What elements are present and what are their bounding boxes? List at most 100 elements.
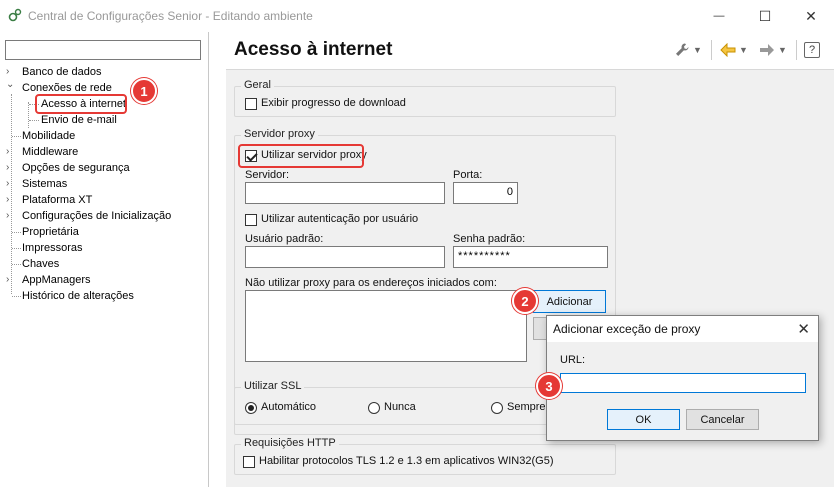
tree-item-impressoras[interactable]: Impressoras: [0, 240, 200, 256]
maximize-button[interactable]: ☐: [742, 0, 788, 32]
default-user-input[interactable]: [245, 246, 445, 268]
page-title: Acesso à internet: [234, 39, 393, 60]
tree-item-label: Chaves: [22, 258, 60, 270]
dialog-title-bar: Adicionar exceção de proxy ✕: [547, 316, 818, 342]
minimize-icon: —: [713, 10, 725, 22]
annotation-highlight-1: [35, 94, 127, 114]
server-input[interactable]: [245, 182, 445, 204]
arrow-right-icon: [760, 44, 774, 56]
tree-item-plataforma-xt[interactable]: › Plataforma XT: [0, 192, 200, 208]
help-icon: ?: [804, 42, 820, 58]
ssl-never-label: Nunca: [384, 401, 416, 413]
tree-item-label: Impressoras: [22, 242, 83, 254]
annotation-badge-1: 1: [131, 78, 157, 104]
download-progress-label: Exibir progresso de download: [261, 97, 406, 109]
tree-item-opcoes-de-seguranca[interactable]: › Opções de segurança: [0, 160, 200, 176]
default-user-label: Usuário padrão:: [245, 233, 324, 245]
chevron-right-icon[interactable]: ›: [6, 192, 16, 208]
tree-search-input[interactable]: [5, 40, 201, 60]
group-geral-label: Geral: [241, 79, 274, 91]
toolbar-separator: [711, 40, 712, 60]
arrow-left-icon: [720, 43, 736, 57]
annotation-badge-2: 2: [512, 288, 538, 314]
tree-item-historico-de-alteracoes[interactable]: Histórico de alterações: [0, 288, 200, 304]
proxy-exceptions-label: Não utilizar proxy para os endereços ini…: [245, 277, 497, 289]
default-password-input[interactable]: **********: [453, 246, 608, 268]
tree-item-label: Configurações de Inicialização: [22, 210, 172, 222]
tls-label: Habilitar protocolos TLS 1.2 e 1.3 em ap…: [259, 455, 554, 467]
back-button[interactable]: ▼: [720, 40, 748, 60]
download-progress-checkbox[interactable]: [245, 98, 257, 110]
ssl-automatic-radio[interactable]: [245, 402, 257, 414]
tls-checkbox[interactable]: [243, 456, 255, 468]
tree-item-appmanagers[interactable]: › AppManagers: [0, 272, 200, 288]
toolbar-separator: [796, 40, 797, 60]
tree-item-label: Sistemas: [22, 178, 68, 190]
dialog-title: Adicionar exceção de proxy: [553, 322, 701, 336]
tree-item-envio-de-email[interactable]: Envio de e-mail: [0, 112, 200, 128]
minimize-button[interactable]: —: [696, 0, 742, 32]
title-bar: Central de Configurações Senior - Editan…: [0, 0, 834, 32]
use-auth-label: Utilizar autenticação por usuário: [261, 213, 419, 225]
group-http: Requisições HTTP Habilitar protocolos TL…: [234, 437, 616, 475]
navigation-pane: › Banco de dados ⌄ Conexões de rede Aces…: [0, 32, 209, 487]
tree-item-mobilidade[interactable]: Mobilidade: [0, 128, 200, 144]
tree-item-label: Opções de segurança: [22, 162, 130, 174]
dropdown-caret-icon: ▼: [693, 45, 702, 55]
use-auth-checkbox[interactable]: [245, 214, 257, 226]
ssl-always-label: Sempre: [507, 401, 546, 413]
group-geral: Geral Exibir progresso de download: [234, 79, 616, 117]
url-input[interactable]: [560, 373, 806, 393]
ssl-always-radio[interactable]: [491, 402, 503, 414]
chevron-down-icon[interactable]: ⌄: [6, 77, 16, 93]
proxy-exceptions-list[interactable]: [245, 290, 527, 362]
group-http-label: Requisições HTTP: [241, 437, 339, 449]
tree-item-sistemas[interactable]: › Sistemas: [0, 176, 200, 192]
server-label: Servidor:: [245, 169, 290, 181]
tree-item-label: AppManagers: [22, 274, 91, 286]
chevron-right-icon[interactable]: ›: [6, 208, 16, 224]
maximize-icon: ☐: [758, 7, 772, 24]
chevron-right-icon[interactable]: ›: [6, 144, 16, 160]
dropdown-caret-icon: ▼: [739, 45, 748, 55]
tree-item-chaves[interactable]: Chaves: [0, 256, 200, 272]
ok-button[interactable]: OK: [607, 409, 680, 430]
chevron-right-icon[interactable]: ›: [6, 272, 16, 288]
url-label: URL:: [560, 354, 586, 366]
port-label: Porta:: [453, 169, 483, 181]
tree-item-configuracoes-de-inicializacao[interactable]: › Configurações de Inicialização: [0, 208, 200, 224]
annotation-badge-3: 3: [536, 373, 562, 399]
dropdown-caret-icon: ▼: [778, 45, 787, 55]
ssl-automatic-label: Automático: [261, 401, 317, 413]
close-button[interactable]: ✕: [788, 0, 834, 32]
content-header: Acesso à internet ▼ ▼ ▼ ?: [226, 32, 834, 70]
annotation-highlight-use-proxy: [238, 144, 364, 168]
default-password-label: Senha padrão:: [453, 233, 526, 245]
add-proxy-exception-dialog: Adicionar exceção de proxy ✕ URL: OK Can…: [546, 315, 819, 441]
remove-exception-button[interactable]: [533, 317, 547, 340]
chevron-right-icon[interactable]: ›: [6, 176, 16, 192]
tree-item-middleware[interactable]: › Middleware: [0, 144, 200, 160]
port-input[interactable]: 0: [453, 182, 518, 204]
tree-item-label: Histórico de alterações: [22, 290, 134, 302]
forward-button[interactable]: ▼: [759, 40, 787, 60]
cancel-button[interactable]: Cancelar: [686, 409, 759, 430]
window-title: Central de Configurações Senior - Editan…: [28, 9, 313, 23]
tree-item-label: Proprietária: [22, 226, 79, 238]
tree-item-label: Mobilidade: [22, 130, 76, 142]
tools-button[interactable]: ▼: [674, 40, 702, 60]
add-exception-button[interactable]: Adicionar: [533, 290, 606, 313]
dialog-close-icon[interactable]: ✕: [797, 320, 810, 338]
chevron-right-icon[interactable]: ›: [6, 160, 16, 176]
tree-item-proprietaria[interactable]: Proprietária: [0, 224, 200, 240]
help-button[interactable]: ?: [804, 40, 820, 60]
wrench-icon: [676, 43, 689, 56]
tree-item-banco-de-dados[interactable]: › Banco de dados: [0, 64, 200, 80]
tree-item-label: Middleware: [22, 146, 79, 158]
app-gear-icon: [8, 8, 22, 22]
tree-item-label: Plataforma XT: [22, 194, 93, 206]
tree-item-label: Banco de dados: [22, 66, 102, 78]
close-icon: ✕: [805, 7, 817, 24]
ssl-never-radio[interactable]: [368, 402, 380, 414]
tree-item-label: Envio de e-mail: [41, 114, 117, 126]
